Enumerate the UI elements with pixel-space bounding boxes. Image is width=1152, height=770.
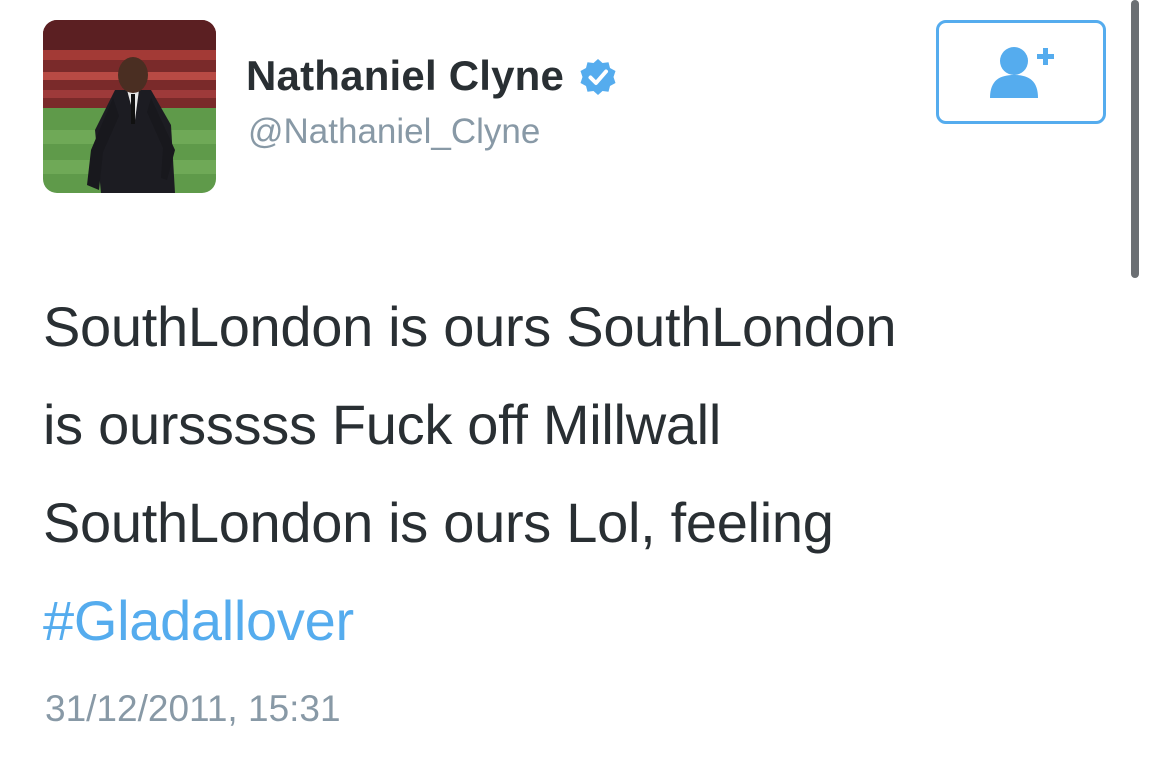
scrollbar-thumb[interactable] — [1131, 0, 1139, 278]
tweet-card: Nathaniel Clyne @Nathaniel_Clyne SouthLo… — [0, 0, 1152, 770]
tweet-timestamp[interactable]: 31/12/2011, 15:31 — [45, 688, 341, 730]
follow-button[interactable] — [936, 20, 1106, 124]
avatar-photo — [43, 20, 216, 193]
avatar[interactable] — [43, 20, 216, 193]
tweet-text-line: is oursssss Fuck off Millwall — [43, 393, 721, 456]
tweet-text: SouthLondon is ours SouthLondon is ourss… — [43, 278, 1113, 670]
tweet-text-line: SouthLondon is ours SouthLondon — [43, 295, 897, 358]
hashtag-link[interactable]: #Gladallover — [43, 589, 354, 652]
verified-badge-icon — [578, 57, 618, 97]
user-handle[interactable]: @Nathaniel_Clyne — [248, 112, 540, 152]
display-name[interactable]: Nathaniel Clyne — [246, 52, 618, 100]
display-name-text[interactable]: Nathaniel Clyne — [246, 52, 564, 100]
tweet-text-line: SouthLondon is ours Lol, feeling — [43, 491, 834, 554]
add-user-icon — [990, 47, 1054, 98]
